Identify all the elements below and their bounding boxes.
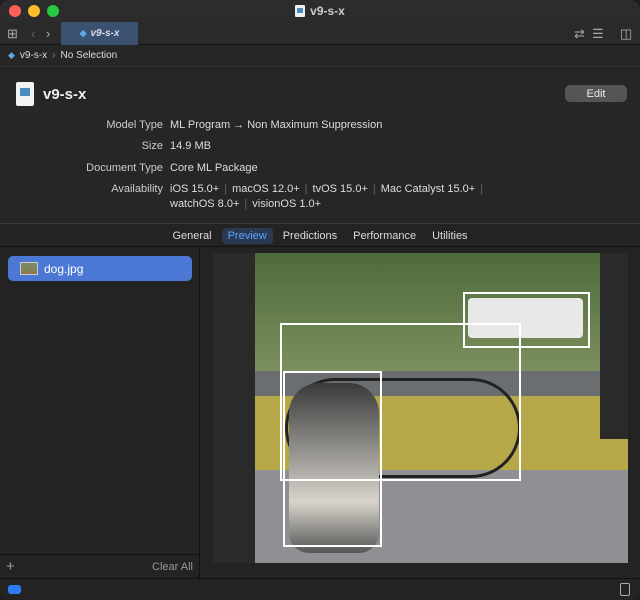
clear-all-button[interactable]: Clear All <box>152 561 193 573</box>
status-bar <box>0 578 640 600</box>
zoom-button[interactable] <box>47 5 59 17</box>
porch-post <box>213 253 255 563</box>
detection-box-dog[interactable] <box>283 371 382 547</box>
availability-watchos: watchOS 8.0+ <box>170 198 240 210</box>
tab-general[interactable]: General <box>166 228 217 244</box>
document-icon <box>295 5 306 17</box>
tab-utilities[interactable]: Utilities <box>426 228 473 244</box>
mlmodel-icon: ◆ <box>79 28 87 38</box>
image-thumbnail <box>20 262 38 275</box>
debug-toggle-icon[interactable] <box>8 585 21 594</box>
model-type-label: Model Type <box>106 119 163 131</box>
model-type-value: ML Program → Non Maximum Suppression <box>170 119 383 131</box>
minimize-button[interactable] <box>28 5 40 17</box>
porch-post <box>600 253 628 439</box>
model-header: v9-s-x Edit Model Type ML Program → Non M… <box>0 68 640 224</box>
editor-tab[interactable]: ◆ v9-s-x <box>61 22 138 45</box>
model-file-icon <box>16 82 34 106</box>
input-sidebar: dog.jpg + Clear All <box>0 248 200 578</box>
file-item-dog[interactable]: dog.jpg <box>8 256 192 281</box>
window: v9-s-x ⊞ ‹ › ◆ v9-s-x ⇄ ☰ ◫ ◆ v9-s-x › No… <box>0 0 640 600</box>
window-title: v9-s-x <box>310 4 345 18</box>
tab-label: v9-s-x <box>90 28 120 39</box>
size-value: 14.9 MB <box>170 140 211 152</box>
back-icon[interactable]: ‹ <box>31 26 35 41</box>
file-name: dog.jpg <box>44 261 84 276</box>
close-button[interactable] <box>9 5 21 17</box>
page-title: v9-s-x <box>43 86 87 103</box>
breadcrumb-model[interactable]: v9-s-x <box>20 50 47 61</box>
chevron-right-icon: › <box>52 50 56 61</box>
availability-label: Availability <box>111 183 163 195</box>
inspector-icon[interactable]: ◫ <box>620 26 632 42</box>
breadcrumb: ◆ v9-s-x › No Selection <box>0 45 640 67</box>
preview-image <box>213 253 628 563</box>
mlmodel-icon: ◆ <box>8 50 15 60</box>
grid-icon[interactable]: ⊞ <box>7 26 18 42</box>
availability-visionos: visionOS 1.0+ <box>252 198 322 210</box>
doc-type-value: Core ML Package <box>170 162 258 174</box>
porch-floor <box>213 470 628 563</box>
doc-type-label: Document Type <box>86 162 163 174</box>
swap-icon[interactable]: ⇄ <box>574 26 585 42</box>
availability-tvos: tvOS 15.0+ <box>312 183 368 195</box>
add-button[interactable]: + <box>6 558 15 575</box>
title-bar: v9-s-x <box>0 0 640 22</box>
tab-preview[interactable]: Preview <box>221 227 273 244</box>
forward-icon[interactable]: › <box>46 26 50 41</box>
availability-macos: macOS 12.0+ <box>232 183 300 195</box>
availability-catalyst: Mac Catalyst 15.0+ <box>380 183 476 195</box>
availability-ios: iOS 15.0+ <box>170 183 220 195</box>
edit-button[interactable]: Edit <box>565 85 627 102</box>
size-label: Size <box>141 140 163 152</box>
section-tabs: General Preview Predictions Performance … <box>0 225 640 247</box>
toolbar: ⊞ ‹ › ◆ v9-s-x ⇄ ☰ ◫ <box>0 22 640 45</box>
tab-predictions[interactable]: Predictions <box>277 228 343 244</box>
tab-performance[interactable]: Performance <box>347 228 422 244</box>
lines-icon[interactable]: ☰ <box>592 26 604 42</box>
panel-toggle-icon[interactable] <box>620 583 630 596</box>
breadcrumb-selection[interactable]: No Selection <box>61 50 118 61</box>
